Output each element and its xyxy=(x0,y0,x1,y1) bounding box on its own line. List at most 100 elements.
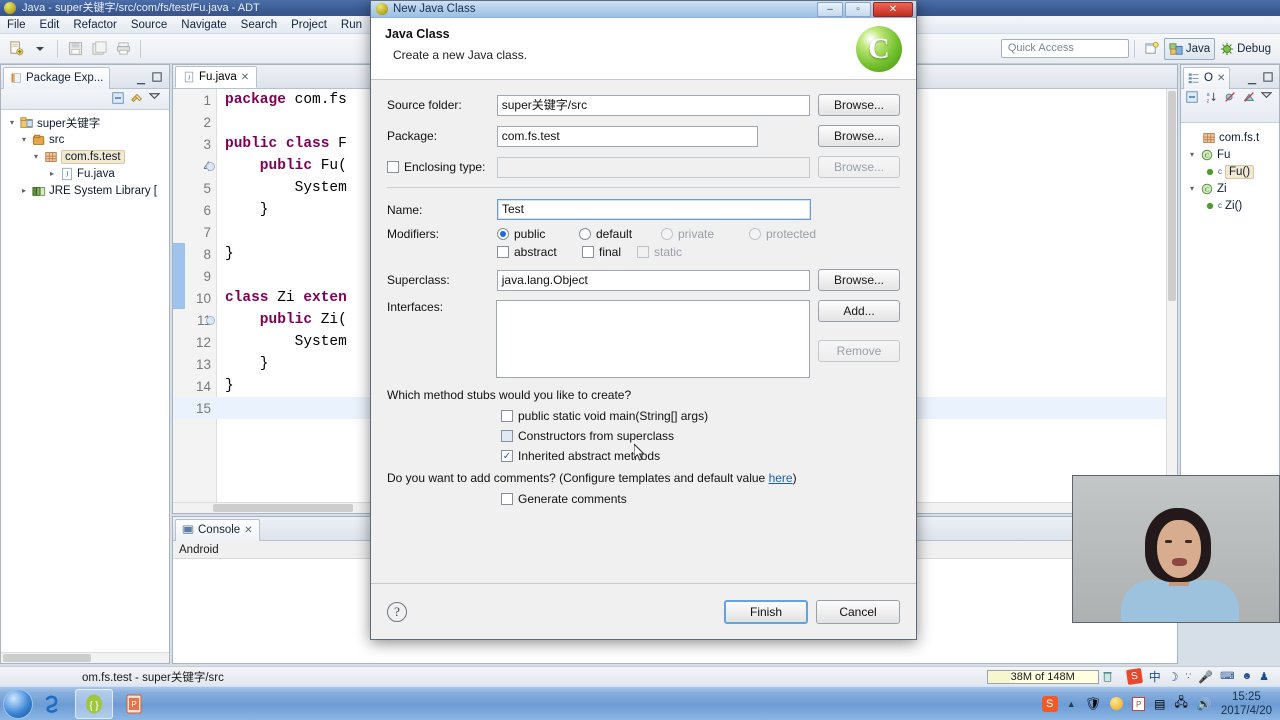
minimize-icon[interactable] xyxy=(1244,69,1260,85)
moon-icon[interactable]: ☽ xyxy=(1168,670,1179,684)
tab-console[interactable]: Console ✕ xyxy=(175,518,260,541)
superclass-browse-button[interactable]: Browse... xyxy=(818,269,900,291)
fold-marker-icon[interactable] xyxy=(206,316,215,325)
modifier-radio-public[interactable]: public xyxy=(497,227,579,241)
close-icon[interactable]: ✕ xyxy=(244,525,252,536)
maximize-icon[interactable] xyxy=(1260,69,1276,85)
expand-arrow-icon[interactable]: ▾ xyxy=(7,118,17,127)
interfaces-add-button[interactable]: Add... xyxy=(818,300,900,322)
modifier-radio-default[interactable]: default xyxy=(579,227,661,241)
show-hidden-icon[interactable]: ▲ xyxy=(1067,699,1076,709)
modifier-check-final[interactable]: final xyxy=(582,245,637,259)
outline-node-package[interactable]: com.fs.t xyxy=(1185,129,1279,146)
package-input[interactable]: com.fs.test xyxy=(496,125,759,147)
open-perspective-icon[interactable] xyxy=(1141,38,1163,60)
menu-edit[interactable]: Edit xyxy=(33,16,67,34)
menu-run[interactable]: Run xyxy=(334,16,369,34)
user-icon[interactable]: ☻ xyxy=(1242,671,1253,682)
new-wizard-dropdown-icon[interactable] xyxy=(29,38,51,60)
stub-inherited-abstract-methods[interactable]: ✓ Inherited abstract methods xyxy=(501,449,900,463)
perspective-java[interactable]: Java xyxy=(1163,37,1216,60)
dialog-minimize-button[interactable]: – xyxy=(817,2,843,17)
link-with-editor-icon[interactable] xyxy=(130,91,146,107)
superclass-input[interactable]: java.lang.Object xyxy=(496,269,810,291)
network-icon[interactable]: 🖧 xyxy=(1174,693,1187,714)
shirt-icon[interactable]: ♟ xyxy=(1259,670,1269,683)
source-folder-browse-button[interactable]: Browse... xyxy=(818,94,900,116)
help-icon[interactable]: ? xyxy=(387,601,407,622)
tree-node-project[interactable]: ▾ super关键字 xyxy=(5,114,169,131)
checkbox-icon[interactable] xyxy=(501,430,513,442)
tree-node-src[interactable]: ▾ src xyxy=(5,131,169,148)
dialog-close-button[interactable]: ✕ xyxy=(873,2,913,17)
tree-node-jre-library[interactable]: ▸ JRE System Library [ xyxy=(5,182,169,199)
name-input[interactable]: Test xyxy=(497,199,811,220)
expand-arrow-icon[interactable]: ▸ xyxy=(47,169,57,178)
outline-node-class-fu[interactable]: ▾ C Fu xyxy=(1185,146,1279,163)
menu-file[interactable]: File xyxy=(0,16,33,34)
radio-icon[interactable] xyxy=(497,228,509,240)
tree-node-java-file[interactable]: ▸ J Fu.java xyxy=(5,165,169,182)
enclosing-type-checkbox[interactable] xyxy=(387,161,399,173)
tab-package-explorer[interactable]: Package Exp... xyxy=(3,66,111,89)
sort-icon[interactable]: az xyxy=(1204,90,1220,106)
editor-vscrollbar[interactable] xyxy=(1166,89,1177,513)
close-icon[interactable]: ✕ xyxy=(241,72,249,83)
stub-constructors-from-superclass[interactable]: Constructors from superclass xyxy=(501,429,900,443)
update-icon[interactable] xyxy=(1110,697,1124,710)
checkbox-icon[interactable] xyxy=(582,246,594,258)
expand-arrow-icon[interactable]: ▾ xyxy=(1187,184,1197,193)
minimize-icon[interactable] xyxy=(133,69,149,85)
fold-marker-icon[interactable] xyxy=(206,162,215,171)
modifier-check-abstract[interactable]: abstract xyxy=(497,245,582,259)
view-menu-icon[interactable] xyxy=(1260,90,1277,106)
volume-icon[interactable]: 🔊 xyxy=(1197,697,1212,711)
collapse-all-icon[interactable] xyxy=(1185,90,1201,106)
menu-project[interactable]: Project xyxy=(284,16,334,34)
taskbar-item-eclipse-adt[interactable]: {} xyxy=(75,688,113,719)
quick-access-input[interactable]: Quick Access xyxy=(1000,39,1129,58)
generate-comments-option[interactable]: Generate comments xyxy=(501,492,900,506)
tab-outline[interactable]: O ✕ xyxy=(1183,66,1231,89)
hide-fields-icon[interactable] xyxy=(1223,90,1239,106)
mic-icon[interactable]: 🎤 xyxy=(1198,670,1213,684)
expand-arrow-icon[interactable]: ▸ xyxy=(19,186,29,195)
checkbox-icon[interactable] xyxy=(497,246,509,258)
dialog-maximize-button[interactable]: ▫ xyxy=(845,2,871,17)
new-wizard-icon[interactable] xyxy=(5,38,27,60)
trash-icon[interactable] xyxy=(1099,670,1117,683)
source-folder-input[interactable]: super关键字/src xyxy=(496,94,810,116)
cancel-button[interactable]: Cancel xyxy=(816,599,900,624)
collapse-all-icon[interactable] xyxy=(111,91,127,107)
menu-refactor[interactable]: Refactor xyxy=(66,16,123,34)
device-icon[interactable]: ▤ xyxy=(1154,697,1165,711)
taskbar-clock[interactable]: 15:25 2017/4/20 xyxy=(1221,690,1272,718)
view-menu-icon[interactable] xyxy=(148,91,165,107)
configure-templates-link[interactable]: here xyxy=(769,471,793,485)
taskbar-item-sogou-browser[interactable] xyxy=(35,689,73,719)
outline-node-constructor-zi[interactable]: c Zi() xyxy=(1185,197,1279,214)
checkbox-icon[interactable] xyxy=(501,493,513,505)
security-icon[interactable]: 🛡 xyxy=(1085,696,1102,712)
expand-arrow-icon[interactable]: ▾ xyxy=(31,152,41,161)
close-icon[interactable]: ✕ xyxy=(1217,73,1225,84)
ime-cn-icon[interactable]: 中 xyxy=(1149,668,1161,685)
sogou-icon[interactable]: S xyxy=(1041,695,1058,712)
keyboard-icon[interactable]: ⌨ xyxy=(1220,671,1234,682)
sogou-icon[interactable]: S xyxy=(1125,668,1143,685)
perspective-debug[interactable]: Debug xyxy=(1215,38,1276,60)
hide-static-icon[interactable] xyxy=(1242,90,1258,106)
menu-source[interactable]: Source xyxy=(124,16,174,34)
outline-node-constructor-fu[interactable]: c Fu() xyxy=(1185,163,1279,180)
interfaces-list[interactable] xyxy=(496,300,810,378)
save-all-icon[interactable] xyxy=(88,38,110,60)
tree-node-package[interactable]: ▾ com.fs.test xyxy=(5,148,169,165)
windows-start-icon[interactable] xyxy=(3,688,33,719)
editor-tab-fu-java[interactable]: J Fu.java ✕ xyxy=(175,66,258,88)
radio-icon[interactable] xyxy=(579,228,591,240)
menu-navigate[interactable]: Navigate xyxy=(174,16,233,34)
package-explorer-hscrollbar[interactable] xyxy=(1,652,169,663)
outline-node-class-zi[interactable]: ▾ C Zi xyxy=(1185,180,1279,197)
menu-search[interactable]: Search xyxy=(234,16,284,34)
maximize-icon[interactable] xyxy=(149,69,165,85)
